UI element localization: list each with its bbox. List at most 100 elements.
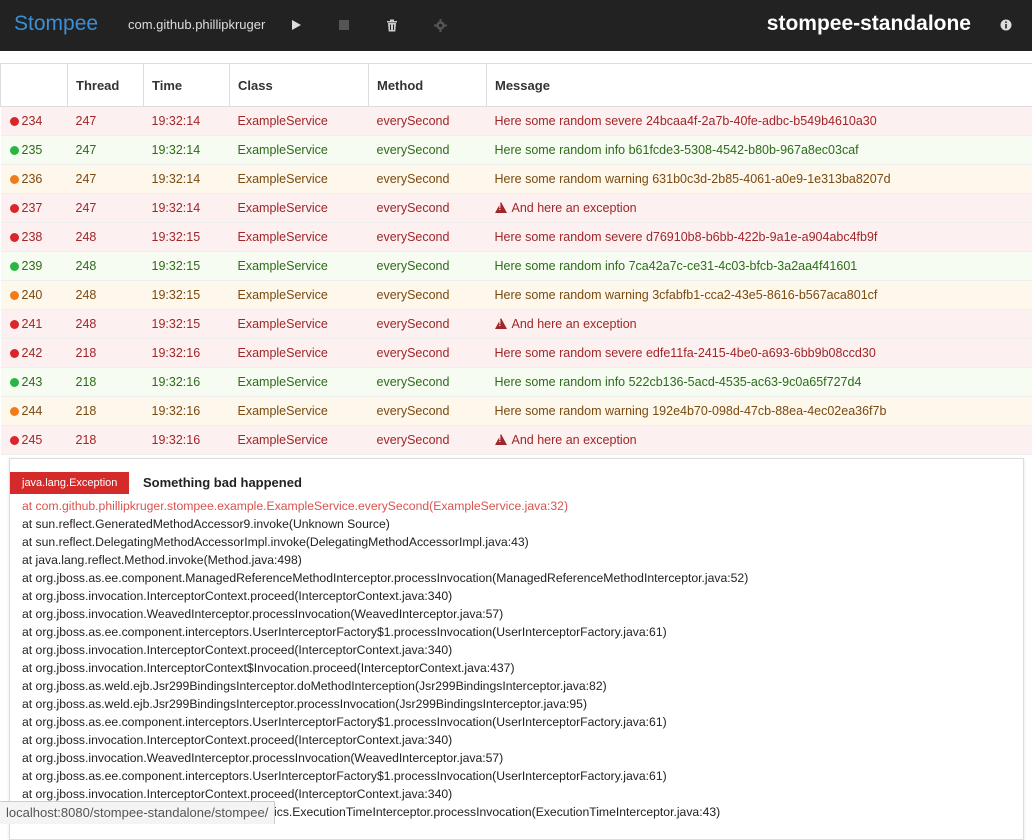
row-id: 239 [22,259,43,273]
table-row[interactable]: 24521819:32:16ExampleServiceeverySecondA… [1,426,1032,455]
row-time: 19:32:14 [152,201,201,215]
row-class: ExampleService [238,317,328,331]
row-id: 240 [22,288,43,302]
table-row[interactable]: 23524719:32:14ExampleServiceeverySecondH… [1,136,1032,165]
row-class: ExampleService [238,346,328,360]
table-row[interactable]: 24421819:32:16ExampleServiceeverySecondH… [1,397,1032,426]
row-class: ExampleService [238,433,328,447]
stacktrace-line: at org.jboss.invocation.InterceptorConte… [22,731,748,749]
row-thread: 248 [76,230,97,244]
navbar: Stompee com.github.phillipkruger stompee… [0,0,1032,51]
table-row[interactable]: 24221819:32:16ExampleServiceeverySecondH… [1,339,1032,368]
row-message: Here some random severe 24bcaa4f-2a7b-40… [495,114,877,128]
row-thread: 218 [76,404,97,418]
stacktrace-line: at java.lang.reflect.Method.invoke(Metho… [22,551,748,569]
trash-icon[interactable] [383,16,401,34]
row-thread: 248 [76,259,97,273]
row-method: everySecond [377,172,450,186]
row-method: everySecond [377,230,450,244]
row-thread: 247 [76,143,97,157]
row-time: 19:32:16 [152,346,201,360]
table-row[interactable]: 238 248 19:32:15 ExampleService everySecond H… [1,223,1032,252]
row-time: 19:32:15 [152,259,201,273]
row-time: 19:32:14 [152,114,201,128]
row-id: 243 [22,375,43,389]
stacktrace-line: at org.jboss.as.ee.component.interceptor… [22,713,748,731]
row-id: 238 [22,230,43,244]
row-message: And here an exception [512,201,637,215]
row-message: Here some random info b61fcde3-5308-4542… [495,143,859,157]
row-time: 19:32:15 [152,317,201,331]
stop-icon[interactable] [335,16,353,34]
row-id: 245 [22,433,43,447]
table-row[interactable]: 24321819:32:16ExampleServiceeverySecondH… [1,368,1032,397]
table-row[interactable]: 23724719:32:14ExampleServiceeverySecondA… [1,194,1032,223]
table-row[interactable]: 24024819:32:15ExampleServiceeverySecondH… [1,281,1032,310]
row-class: ExampleService [238,288,328,302]
play-icon[interactable] [287,16,305,34]
stacktrace-line: at sun.reflect.GeneratedMethodAccessor9.… [22,515,748,533]
row-thread: 218 [76,375,97,389]
table-row[interactable]: 24124819:32:15ExampleServiceeverySecondA… [1,310,1032,339]
row-class: ExampleService [238,230,328,244]
row-message: Here some random severe d76910b8-b6bb-42… [495,230,878,244]
row-method: everySecond [377,404,450,418]
column-header-message[interactable]: Message [487,64,1032,107]
row-id: 234 [22,114,43,128]
column-header-method[interactable]: Method [369,64,487,107]
table-row[interactable]: 23424719:32:14ExampleServiceeverySecondH… [1,107,1032,136]
row-message: And here an exception [512,317,637,331]
row-class: ExampleService [238,172,328,186]
exception-message: Something bad happened [143,475,302,490]
severe-level-dot-icon [10,436,19,445]
row-message: Here some random warning 631b0c3d-2b85-4… [495,172,891,186]
severe-level-dot-icon [10,204,19,213]
brand-logo[interactable]: Stompee [14,12,98,36]
row-message: Here some random severe edfe11fa-2415-4b… [495,346,876,360]
stacktrace-line: at org.jboss.as.weld.ejb.Jsr299BindingsI… [22,677,748,695]
row-time: 19:32:15 [152,230,201,244]
row-message: Here some random info 7ca42a7c-ce31-4c03… [495,259,858,273]
row-method: everySecond [377,201,450,215]
column-header-id[interactable] [1,64,68,107]
row-id: 244 [22,404,43,418]
gear-icon[interactable] [431,16,449,34]
row-class: ExampleService [238,143,328,157]
row-time: 19:32:15 [152,288,201,302]
stacktrace-line: at org.jboss.invocation.InterceptorConte… [22,659,748,677]
row-time: 19:32:16 [152,375,201,389]
stacktrace-line: at sun.reflect.DelegatingMethodAccessorI… [22,533,748,551]
row-method: everySecond [377,317,450,331]
warning-level-dot-icon [10,291,19,300]
logger-package-name[interactable]: com.github.phillipkruger [128,17,265,32]
row-message: Here some random warning 3cfabfb1-cca2-4… [495,288,878,302]
severe-level-dot-icon [10,349,19,358]
row-class: ExampleService [238,404,328,418]
row-message: And here an exception [512,433,637,447]
table-row[interactable]: 23624719:32:14ExampleServiceeverySecondH… [1,165,1032,194]
stacktrace-line: at org.jboss.as.weld.ejb.Jsr299BindingsI… [22,695,748,713]
row-thread: 248 [76,317,97,331]
row-method: everySecond [377,143,450,157]
exception-type-badge: java.lang.Exception [9,472,129,494]
stacktrace-line: at org.jboss.as.ee.component.ManagedRefe… [22,569,748,587]
app-title: stompee-standalone [767,12,971,36]
column-header-class[interactable]: Class [230,64,369,107]
row-message: Here some random warning 192e4b70-098d-4… [495,404,887,418]
column-header-time[interactable]: Time [144,64,230,107]
row-thread: 218 [76,433,97,447]
stacktrace-line: at org.jboss.invocation.InterceptorConte… [22,587,748,605]
info-icon[interactable] [997,16,1015,34]
warning-level-dot-icon [10,407,19,416]
table-row[interactable]: 23924819:32:15ExampleServiceeverySecondH… [1,252,1032,281]
stacktrace-line: at com.github.phillipkruger.stompee.exam… [22,497,748,515]
warning-level-dot-icon [10,175,19,184]
row-class: ExampleService [238,375,328,389]
row-thread: 247 [76,201,97,215]
stacktrace-line: at org.jboss.invocation.InterceptorConte… [22,641,748,659]
row-time: 19:32:14 [152,143,201,157]
stacktrace-line: at org.jboss.invocation.WeavedIntercepto… [22,605,748,623]
severe-level-dot-icon [10,117,19,126]
column-header-thread[interactable]: Thread [68,64,144,107]
warning-icon [495,202,507,213]
